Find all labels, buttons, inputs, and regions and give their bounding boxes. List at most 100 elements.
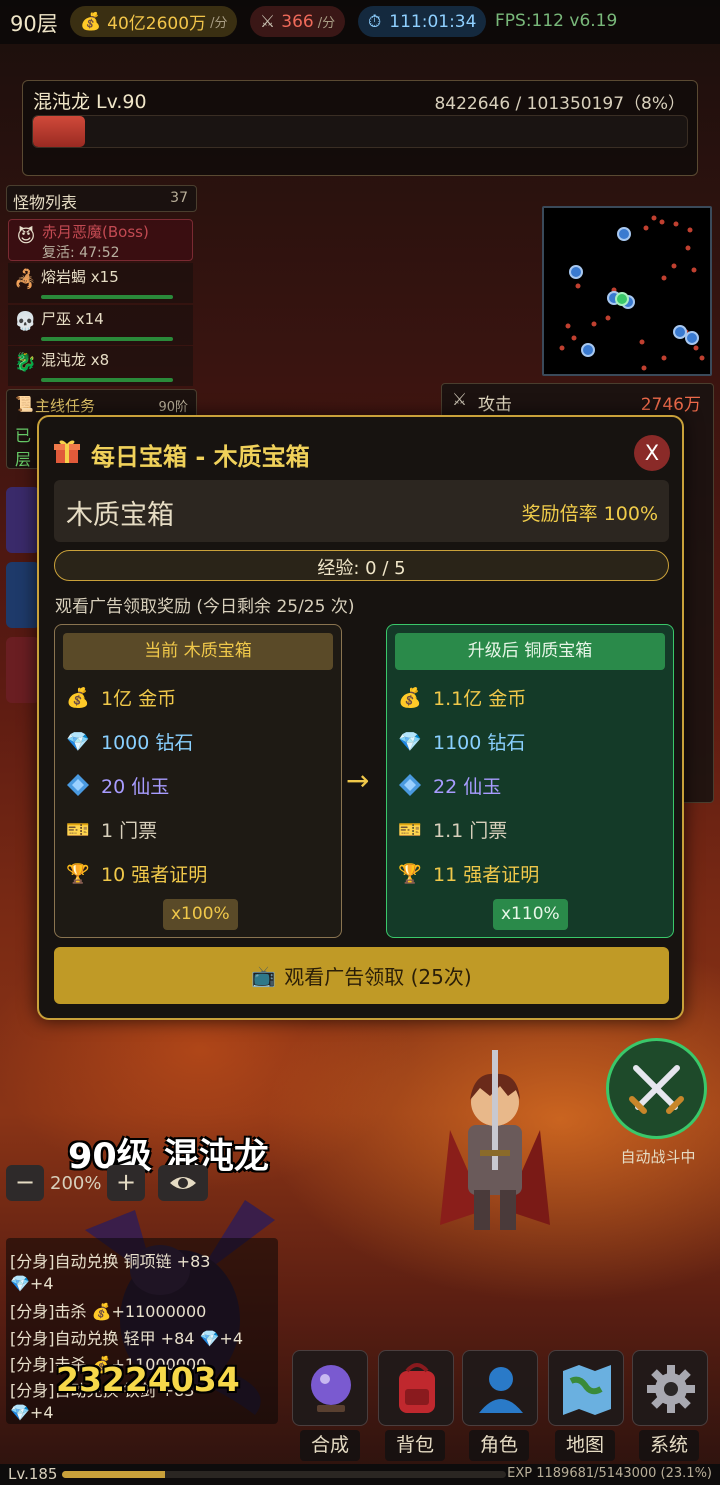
nav-label-craft[interactable]: 合成	[300, 1430, 360, 1461]
monster-row[interactable]: 🐉 混沌龙 x8	[8, 346, 193, 386]
trophy-icon: 🏆	[66, 862, 90, 885]
nav-label-bag[interactable]: 背包	[385, 1430, 445, 1461]
zoom-out-button[interactable]: −	[6, 1165, 44, 1201]
log-line: 💎+4	[10, 1403, 54, 1422]
boss-name: 混沌龙 Lv.90	[33, 91, 147, 113]
nav-label-map[interactable]: 地图	[555, 1430, 615, 1461]
boss-monster-name: 赤月恶魔(Boss)	[42, 223, 149, 241]
current-multiplier: x100%	[163, 899, 238, 930]
minimap-dots	[559, 215, 705, 371]
exp-track	[62, 1471, 506, 1478]
nav-button-craft[interactable]	[292, 1350, 368, 1426]
ticket-icon: 🎫	[398, 818, 422, 841]
stopwatch-icon: ⏱	[368, 11, 382, 32]
nav-button-bag[interactable]	[378, 1350, 454, 1426]
main-quest-line: 层	[15, 450, 32, 469]
crystal-ball-icon	[311, 1365, 351, 1412]
watch-ad-label: 观看广告领取 (25次)	[284, 965, 472, 989]
dragon-icon: 🐉	[14, 352, 37, 373]
zoom-level: 200%	[50, 1173, 102, 1194]
boss-hp-panel: 混沌龙 Lv.90 8422646 / 101350197（8%）	[22, 80, 698, 176]
reward-text: 20 仙玉	[101, 775, 170, 798]
monster-list-header[interactable]: 怪物列表 37	[6, 185, 197, 212]
jade-icon	[63, 770, 93, 800]
boss-hp-text: 8422646 / 101350197（8%）	[434, 94, 685, 114]
upgraded-chest-header: 升级后 铜质宝箱	[395, 633, 665, 670]
nav-button-map[interactable]	[548, 1350, 624, 1426]
reward-text: 10 强者证明	[101, 863, 208, 886]
money-bag-icon: 💰	[66, 686, 90, 709]
side-button[interactable]	[6, 487, 40, 553]
boss-hp-bar	[32, 115, 688, 148]
current-chest-card: 当前 木质宝箱 💰 1亿 金币 💎 1000 钻石 20 仙玉 🎫 1 门票 🏆…	[54, 624, 342, 938]
gold-rate: 40亿2600万	[107, 14, 207, 34]
kill-rate: 366	[281, 11, 314, 32]
monster-name: 混沌龙 x8	[41, 351, 110, 369]
monster-count: 37	[170, 190, 188, 206]
money-bag-icon: 💰	[398, 686, 422, 709]
crossed-swords-icon: ⚔	[452, 390, 468, 410]
minimap[interactable]	[542, 206, 712, 376]
reward-text: 1亿 金币	[101, 687, 177, 710]
reward-item: 💰 1.1亿 金币	[395, 682, 526, 712]
ad-remaining-note: 观看广告领取奖励 (今日剩余 25/25 次)	[55, 597, 355, 617]
gear-icon	[647, 1365, 695, 1413]
gold-rate-pill: 💰 40亿2600万 /分	[70, 6, 238, 37]
damage-number: 23224034	[56, 1360, 240, 1399]
monster-hp-bar	[41, 295, 173, 299]
reward-text: 1.1 门票	[433, 819, 508, 842]
nav-label-character[interactable]: 角色	[469, 1430, 529, 1461]
crossed-swords-icon: ⚔	[260, 11, 276, 32]
skull-icon: 💀	[14, 311, 37, 332]
monster-hp-bar	[41, 337, 173, 341]
reward-item: 🎫 1.1 门票	[395, 814, 507, 844]
auto-battle-button[interactable]	[606, 1038, 707, 1139]
boss-hp-fill	[33, 116, 86, 147]
reward-text: 11 强者证明	[433, 863, 540, 886]
close-button[interactable]: X	[634, 435, 670, 471]
nav-button-system[interactable]	[632, 1350, 708, 1426]
log-line: [分身]击杀 💰+11000000	[10, 1302, 207, 1321]
reward-text: 1100 钻石	[433, 731, 526, 754]
monster-name: 尸巫 x14	[41, 310, 104, 328]
nav-button-character[interactable]	[462, 1350, 538, 1426]
money-bag-icon: 💰	[80, 11, 102, 32]
main-quest-title: 主线任务	[35, 397, 96, 415]
auto-battle-label: 自动战斗中	[620, 1148, 696, 1166]
main-quest-level: 90阶	[158, 400, 188, 415]
monster-list-title: 怪物列表	[13, 193, 78, 212]
floor-label: 90层	[10, 12, 58, 36]
boss-monster-row[interactable]: 😈 赤月恶魔(Boss) 复活: 47:52	[8, 219, 193, 261]
side-button[interactable]	[6, 637, 40, 703]
exp-fill	[62, 1471, 165, 1478]
person-icon	[479, 1367, 523, 1413]
crossed-swords-icon	[629, 1065, 684, 1114]
reward-item: 💎 1000 钻石	[63, 726, 193, 756]
boss-respawn-timer: 复活: 47:52	[42, 245, 120, 261]
eye-button[interactable]	[158, 1165, 208, 1201]
log-line: [分身]自动兑换 铜项链 +83	[10, 1252, 211, 1271]
backpack-icon	[399, 1363, 435, 1413]
kill-rate-unit: /分	[317, 16, 336, 31]
side-button[interactable]	[6, 562, 40, 628]
upgraded-multiplier: x110%	[493, 899, 568, 930]
scorpion-icon: 🦂	[14, 269, 37, 290]
diamond-icon: 💎	[398, 730, 422, 753]
player-exp-bar: Lv.185 EXP 1189681/5143000 (23.1%)	[0, 1464, 720, 1485]
current-chest-header: 当前 木质宝箱	[63, 633, 333, 670]
watch-ad-button[interactable]: 📺 观看广告领取 (25次)	[54, 947, 669, 1004]
log-line: 💎+4	[10, 1274, 54, 1293]
upgrade-arrow-icon: →	[346, 764, 370, 797]
reward-item: 💎 1100 钻石	[395, 726, 525, 756]
attack-value: 2746万	[640, 395, 701, 415]
nav-label-system[interactable]: 系统	[639, 1430, 699, 1461]
monster-row[interactable]: 💀 尸巫 x14	[8, 305, 193, 345]
reward-item: 💰 1亿 金币	[63, 682, 176, 712]
kill-rate-pill: ⚔ 366 /分	[250, 6, 346, 37]
zoom-in-button[interactable]: +	[107, 1165, 145, 1201]
monster-row[interactable]: 🦂 熔岩蝎 x15	[8, 263, 193, 303]
scroll-icon: 📜	[15, 395, 34, 413]
timer-value: 111:01:34	[389, 11, 477, 32]
top-bar: 90层 💰 40亿2600万 /分 ⚔ 366 /分 ⏱ 111:01:34 F…	[0, 0, 720, 44]
reward-item: 🎫 1 门票	[63, 814, 157, 844]
